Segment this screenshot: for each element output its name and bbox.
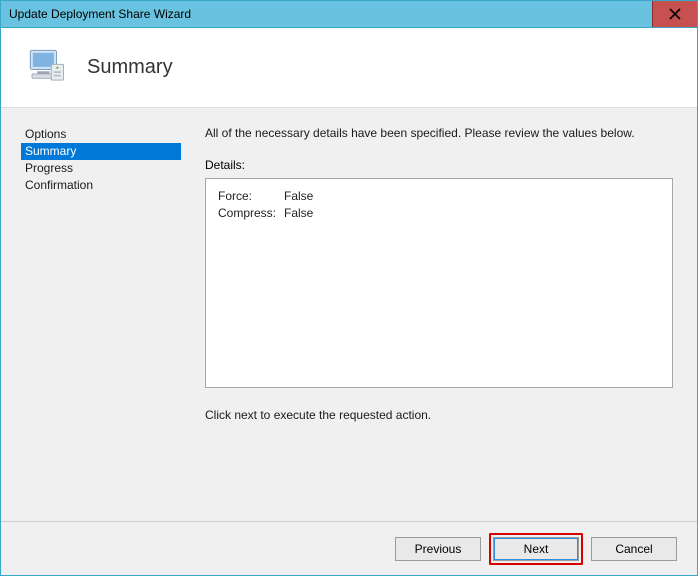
window-title: Update Deployment Share Wizard	[1, 7, 191, 21]
close-button[interactable]	[652, 1, 697, 27]
wizard-body: Options Summary Progress Confirmation Al…	[1, 108, 697, 521]
cancel-button[interactable]: Cancel	[591, 537, 677, 561]
table-row: Compress: False	[218, 206, 321, 223]
step-summary[interactable]: Summary	[21, 143, 181, 160]
intro-text: All of the necessary details have been s…	[205, 126, 673, 140]
previous-button[interactable]: Previous	[395, 537, 481, 561]
step-sidebar: Options Summary Progress Confirmation	[1, 108, 181, 521]
detail-key: Force:	[218, 189, 284, 206]
computer-icon	[25, 45, 67, 90]
next-button[interactable]: Next	[493, 537, 579, 561]
page-title: Summary	[87, 56, 173, 79]
hint-text: Click next to execute the requested acti…	[205, 408, 673, 422]
details-table: Force: False Compress: False	[218, 189, 321, 223]
details-label: Details:	[205, 158, 673, 172]
title-bar: Update Deployment Share Wizard	[1, 1, 697, 28]
wizard-header: Summary	[1, 28, 697, 108]
step-confirmation[interactable]: Confirmation	[21, 177, 181, 194]
detail-key: Compress:	[218, 206, 284, 223]
next-highlight: Next	[489, 533, 583, 565]
close-icon	[669, 8, 681, 20]
detail-value: False	[284, 189, 321, 206]
wizard-window: Update Deployment Share Wizard Summary	[0, 0, 698, 576]
detail-value: False	[284, 206, 321, 223]
wizard-content: All of the necessary details have been s…	[181, 108, 697, 521]
step-options[interactable]: Options	[21, 126, 181, 143]
details-box[interactable]: Force: False Compress: False	[205, 178, 673, 388]
table-row: Force: False	[218, 189, 321, 206]
wizard-footer: Previous Next Cancel	[1, 521, 697, 575]
step-progress[interactable]: Progress	[21, 160, 181, 177]
